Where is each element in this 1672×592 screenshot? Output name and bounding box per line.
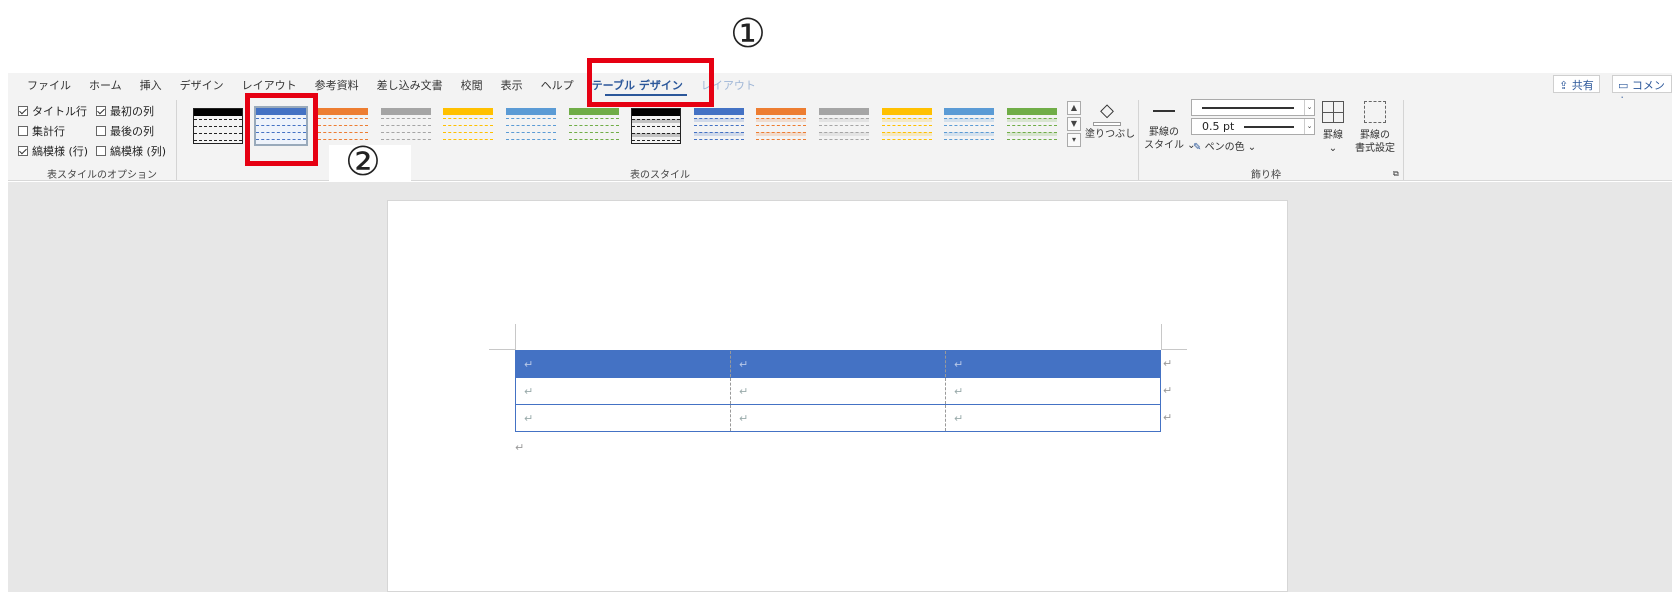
table-cell[interactable]: ↵ (945, 404, 1161, 432)
gallery-more-button[interactable]: ▾ (1067, 133, 1081, 147)
table-style-swatch-10[interactable] (819, 108, 869, 144)
tab-9[interactable]: ヘルプ (534, 77, 585, 93)
table-row: ↵ ↵ ↵ (515, 350, 1161, 378)
table-guide (1161, 349, 1187, 350)
table-style-swatch-8[interactable] (693, 108, 744, 144)
option-checkbox-5[interactable]: 縞模様 (列) (96, 143, 166, 159)
share-button[interactable]: ⇪ 共有 (1553, 75, 1600, 93)
option-checkbox-0[interactable]: タイトル行 (18, 103, 87, 119)
shading-button[interactable]: ◇ 塗りつぶし (1085, 100, 1135, 141)
table-style-swatch-5[interactable] (506, 108, 556, 144)
table-style-swatch-4[interactable] (443, 108, 494, 144)
highlight-selected-style (245, 93, 318, 166)
word-window: ① ファイル ホーム 挿入 デザイン レイアウト 参考資料 差し込み文書 校閲 表示 ヘルプ テーブ… (0, 0, 1672, 592)
row-end-mark: ↵ (1163, 357, 1173, 370)
border-painter-icon (1364, 101, 1386, 123)
border-styles-button[interactable]: 罫線の スタイル ⌄ (1144, 104, 1196, 152)
pen-color-button[interactable]: ✎ ペンの色 ⌄ (1193, 141, 1256, 154)
comment-button[interactable]: ▭ コメント (1612, 75, 1672, 108)
step-2-marker: ② (345, 139, 381, 185)
border-line-icon (1153, 110, 1175, 112)
table-guide (489, 349, 515, 350)
tab-3[interactable]: デザイン (173, 77, 235, 93)
tab-8[interactable]: 表示 (494, 77, 534, 93)
table-style-swatch-7[interactable] (631, 108, 682, 144)
table-guide (1161, 324, 1162, 350)
borders-button[interactable]: 罫線 ⌄ (1318, 101, 1348, 155)
group-separator (176, 100, 177, 180)
table-guide (515, 324, 516, 350)
table-cell[interactable]: ↵ (515, 377, 731, 405)
checkbox-icon (96, 146, 106, 156)
table-style-swatch-9[interactable] (756, 108, 807, 144)
group-separator (1403, 100, 1404, 180)
tab-6[interactable]: 差し込み文書 (370, 77, 454, 93)
group-label-options: 表スタイルのオプション (47, 170, 157, 181)
table-cell[interactable]: ↵ (515, 350, 731, 378)
pen-icon: ✎ (1193, 142, 1202, 153)
document-table[interactable]: ↵ ↵ ↵ ↵ ↵ ↵ ↵ ↵ ↵ (515, 350, 1161, 432)
row-end-mark: ↵ (1163, 411, 1173, 424)
option-checkbox-4[interactable]: 縞模様 (行) (18, 143, 88, 159)
group-label-styles: 表のスタイル (630, 170, 690, 181)
comment-icon: ▭ (1618, 79, 1632, 92)
tab-7[interactable]: 校閲 (454, 77, 494, 93)
table-style-swatch-13[interactable] (1006, 108, 1057, 144)
tab-4[interactable]: レイアウト (235, 77, 308, 93)
table-style-swatch-11[interactable] (881, 108, 932, 144)
shading-color-bar (1093, 122, 1121, 126)
table-cell[interactable]: ↵ (730, 377, 946, 405)
table-cell[interactable]: ↵ (515, 404, 731, 432)
highlight-table-design-tab (587, 58, 714, 107)
step-1-marker: ① (730, 11, 766, 57)
table-cell[interactable]: ↵ (730, 350, 946, 378)
chevron-down-icon: ⌄ (1304, 119, 1314, 134)
gallery-down-button[interactable]: ▼ (1067, 117, 1081, 131)
paragraph-mark: ↵ (515, 441, 525, 454)
option-checkbox-1[interactable]: 最初の列 (96, 103, 154, 119)
borders-grid-icon (1322, 101, 1344, 123)
paint-bucket-icon: ◇ (1100, 100, 1114, 121)
group-separator (1138, 100, 1139, 180)
table-style-swatch-0[interactable] (193, 108, 243, 144)
checkbox-icon (18, 126, 28, 136)
checkbox-icon (96, 126, 106, 136)
tab-2[interactable]: 挿入 (133, 77, 173, 93)
row-end-mark: ↵ (1163, 384, 1173, 397)
share-icon: ⇪ (1559, 79, 1572, 92)
chevron-down-icon: ⌄ (1304, 100, 1314, 115)
option-checkbox-2[interactable]: 集計行 (18, 123, 65, 139)
tab-0[interactable]: ファイル (20, 77, 82, 93)
tab-1[interactable]: ホーム (82, 77, 133, 93)
dialog-launcher-icon[interactable]: ⧉ (1393, 167, 1399, 180)
table-cell[interactable]: ↵ (945, 377, 1161, 405)
table-cell[interactable]: ↵ (945, 350, 1161, 378)
table-cell[interactable]: ↵ (730, 404, 946, 432)
line-weight-select[interactable]: 0.5 pt ⌄ (1191, 118, 1315, 135)
tab-5[interactable]: 参考資料 (308, 77, 370, 93)
table-style-swatch-12[interactable] (944, 108, 995, 144)
option-checkbox-3[interactable]: 最後の列 (96, 123, 154, 139)
gallery-up-button[interactable]: ▲ (1067, 101, 1081, 115)
checkbox-checked-icon (96, 106, 106, 116)
group-label-borders: 飾り枠 (1251, 170, 1281, 181)
border-painter-button[interactable]: 罫線の 書式設定 (1352, 101, 1398, 155)
checkbox-checked-icon (18, 146, 28, 156)
table-style-swatch-3[interactable] (380, 108, 431, 144)
line-style-select[interactable]: ⌄ (1191, 99, 1315, 116)
table-style-swatch-6[interactable] (568, 108, 619, 144)
checkbox-checked-icon (18, 106, 28, 116)
table-row: ↵ ↵ ↵ (515, 377, 1161, 405)
table-row: ↵ ↵ ↵ (515, 404, 1161, 432)
